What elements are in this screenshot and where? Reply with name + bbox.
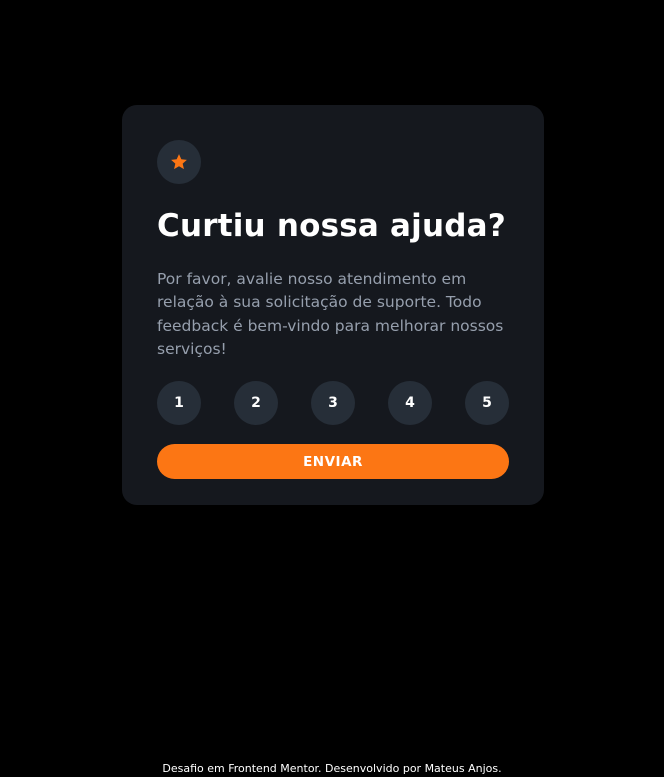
rating-button-2[interactable]: 2 [234,381,278,426]
rating-button-5[interactable]: 5 [465,381,509,426]
star-icon [171,154,187,170]
card-description: Por favor, avalie nosso atendimento em r… [157,270,504,358]
card-title: Curtiu nossa ajuda? [157,208,506,244]
attribution-footer: Desafio em Frontend Mentor. Desenvolvido… [162,762,502,775]
rating-button-3[interactable]: 3 [311,381,355,426]
submit-button[interactable]: ENVIAR [157,444,509,480]
rating-card: Curtiu nossa ajuda? Por favor, avalie no… [122,105,544,505]
rating-button-1[interactable]: 1 [157,381,201,426]
rating-button-4[interactable]: 4 [388,381,432,426]
rating-options: 1 2 3 4 5 [157,381,509,426]
star-icon-container [157,140,201,184]
